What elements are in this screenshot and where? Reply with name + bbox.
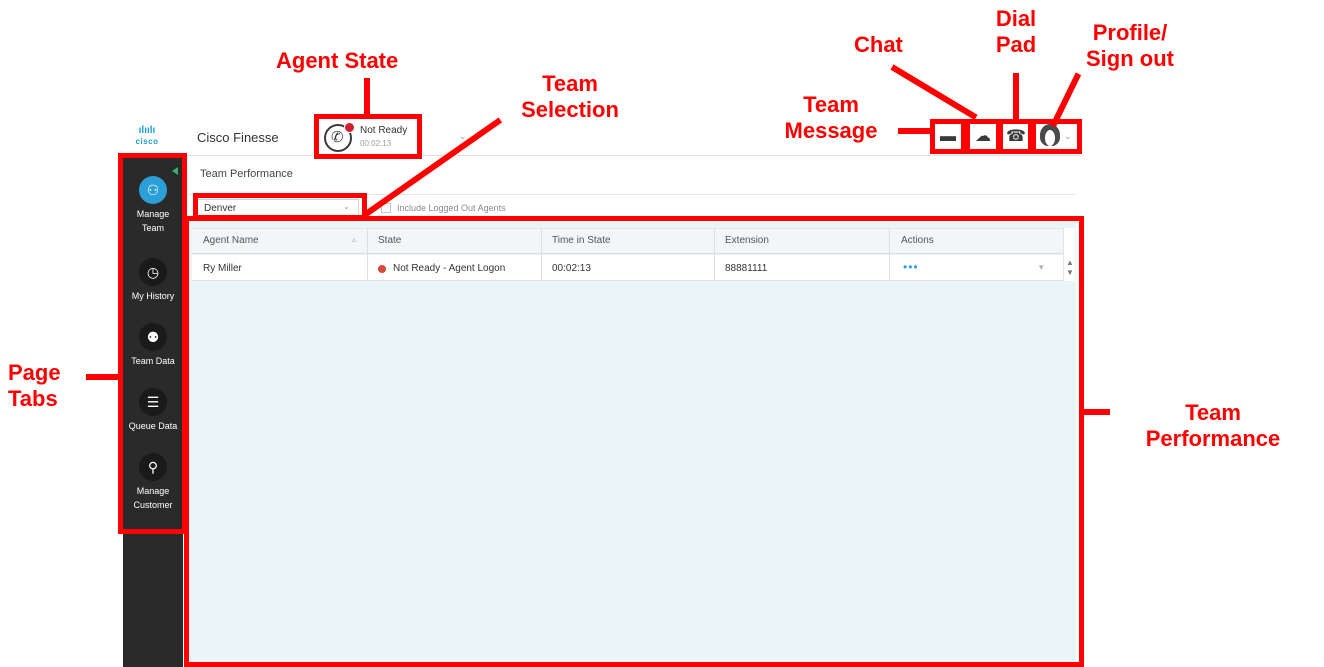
dial-pad-connector	[1013, 73, 1019, 121]
chat-highlight-box	[965, 119, 1001, 154]
agent-state-annotation: Agent State	[276, 48, 399, 73]
chat-connector	[890, 64, 978, 121]
page-tabs-line1: Page	[8, 360, 61, 385]
team-message-connector	[898, 128, 932, 134]
team-selection-annotation: Team Selection	[500, 71, 640, 123]
team-message-annotation: Team Message	[766, 92, 896, 144]
team-selection-line1: Team	[542, 71, 598, 96]
cisco-logo-text: cisco	[135, 137, 159, 146]
chat-annotation: Chat	[854, 32, 903, 57]
dial-pad-line1: Dial	[995, 6, 1037, 31]
team-performance-connector	[1082, 409, 1110, 415]
cisco-logo-bars: ılıılı	[138, 125, 156, 136]
app-title: Cisco Finesse	[197, 130, 279, 145]
team-message-line2: Message	[784, 118, 878, 143]
profile-line2: Sign out	[1086, 46, 1174, 71]
profile-line1: Profile/	[1092, 20, 1168, 45]
page-tabs-line2: Tabs	[8, 386, 58, 411]
team-message-line1: Team	[803, 92, 859, 117]
profile-annotation: Profile/ Sign out	[1062, 20, 1198, 72]
dial-pad-line2: Pad	[995, 32, 1037, 57]
page-tabs-highlight-box	[118, 153, 187, 534]
cisco-logo: ılıılı cisco	[131, 125, 163, 151]
page-tabs-annotation: Page Tabs	[8, 360, 61, 412]
agent-state-highlight-box	[314, 114, 422, 159]
dial-pad-highlight-box	[998, 119, 1033, 154]
page-tabs-connector	[86, 374, 120, 380]
team-performance-line1: Team	[1185, 400, 1241, 425]
dial-pad-annotation: Dial Pad	[976, 6, 1056, 58]
agent-state-connector	[364, 78, 370, 116]
include-logged-out-label: Include Logged Out Agents	[397, 203, 506, 213]
team-performance-highlight-box	[184, 216, 1084, 667]
gadget-title-bar	[188, 157, 1076, 195]
team-performance-annotation: Team Performance	[1118, 400, 1308, 452]
gadget-title: Team Performance	[200, 168, 293, 180]
team-message-highlight-box	[930, 119, 966, 154]
team-selection-line2: Selection	[521, 97, 619, 122]
team-performance-line2: Performance	[1145, 426, 1281, 451]
